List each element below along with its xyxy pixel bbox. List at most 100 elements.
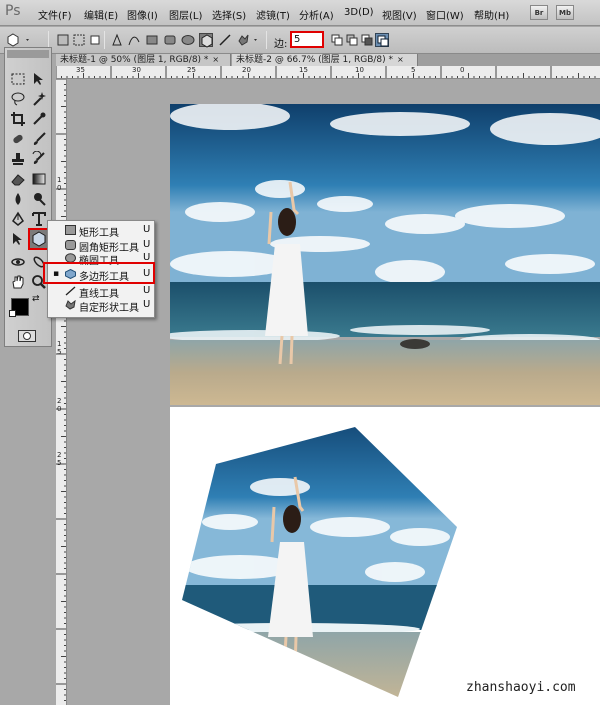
add-shape-icon[interactable] xyxy=(330,33,344,47)
paths-icon[interactable] xyxy=(72,33,86,47)
toolbox-grip[interactable] xyxy=(7,50,49,58)
custom-shape-picker[interactable] xyxy=(236,33,262,47)
rounded-rectangle-icon xyxy=(65,240,76,250)
polygon-tool-highlight xyxy=(43,262,155,284)
horizontal-ruler: 35 30 25 20 15 10 5 0 xyxy=(56,66,600,79)
ruler-label: 5 xyxy=(411,66,416,74)
pentagon-masked-photo xyxy=(182,427,457,697)
default-colors-icon[interactable] xyxy=(9,310,16,317)
swap-colors-icon[interactable]: ⇄ xyxy=(32,294,40,304)
ruler-label: 1 xyxy=(57,176,62,184)
flyout-item-rectangle[interactable]: 矩形工具 U xyxy=(48,223,154,239)
quick-mask-icon[interactable] xyxy=(18,330,36,342)
eyedropper-icon[interactable] xyxy=(29,110,49,128)
move-tool-icon[interactable] xyxy=(29,70,49,88)
vertical-ruler: 1 0 5 1 0 1 5 2 0 2 5 xyxy=(56,79,67,705)
ruler-label: 10 xyxy=(355,66,364,74)
tab-document-1[interactable]: 未标题-1 @ 50% (图层 1, RGB/8) * × xyxy=(56,54,231,66)
menu-analysis[interactable]: 分析(A) xyxy=(299,7,334,22)
sides-input[interactable]: 5 xyxy=(290,31,324,48)
menu-filter[interactable]: 滤镜(T) xyxy=(256,7,290,22)
brush-tool-icon[interactable] xyxy=(29,130,49,148)
subtract-shape-icon[interactable] xyxy=(345,33,359,47)
rectangle-icon xyxy=(65,225,76,235)
flyout-shortcut: U xyxy=(143,299,151,310)
ruler-label: 5 xyxy=(57,348,62,356)
menu-layer[interactable]: 图层(L) xyxy=(169,7,202,22)
flyout-label: 自定形状工具 xyxy=(79,303,139,314)
3d-rotate-icon[interactable] xyxy=(8,253,28,271)
ruler-label: 0 xyxy=(460,66,465,74)
exclude-shape-icon[interactable] xyxy=(375,33,389,47)
ruler-label: 5 xyxy=(57,459,62,467)
flyout-shortcut: U xyxy=(143,285,151,296)
document-tabs: 未标题-1 @ 50% (图层 1, RGB/8) * × 未标题-2 @ 66.… xyxy=(56,54,600,66)
menu-window[interactable]: 窗口(W) xyxy=(426,7,464,22)
flyout-item-custom-shape[interactable]: 自定形状工具 U xyxy=(48,298,154,314)
lasso-tool-icon[interactable] xyxy=(8,90,28,108)
document-canvas-1[interactable] xyxy=(170,104,600,405)
crop-tool-icon[interactable] xyxy=(8,110,28,128)
tab-document-2[interactable]: 未标题-2 @ 66.7% (图层 1, RGB/8) * × xyxy=(232,54,418,66)
photoshop-logo: Ps xyxy=(5,3,21,19)
magic-wand-icon[interactable] xyxy=(29,90,49,108)
gradient-tool-icon[interactable] xyxy=(29,170,49,188)
ellipse-shape-icon[interactable] xyxy=(181,33,195,47)
flyout-item-line[interactable]: 直线工具 U xyxy=(48,284,154,300)
menu-help[interactable]: 帮助(H) xyxy=(474,7,509,22)
options-bar: 边: 5 xyxy=(0,27,600,54)
bridge-button[interactable]: Br xyxy=(530,5,548,20)
ruler-label: 25 xyxy=(187,66,196,74)
tab-label: 未标题-1 @ 50% (图层 1, RGB/8) * xyxy=(60,55,209,65)
shape-layers-icon[interactable] xyxy=(56,33,70,47)
eraser-tool-icon[interactable] xyxy=(8,170,28,188)
ruler-label: 30 xyxy=(132,66,141,74)
ruler-label: 0 xyxy=(57,184,62,192)
clone-stamp-icon[interactable] xyxy=(8,150,28,168)
flyout-label: 矩形工具 xyxy=(79,228,119,239)
menu-select[interactable]: 选择(S) xyxy=(212,7,246,22)
menu-image[interactable]: 图像(I) xyxy=(127,7,158,22)
rounded-rectangle-shape-icon[interactable] xyxy=(163,33,177,47)
watermark: zhanshaoyi.com xyxy=(466,680,576,695)
polygon-shape-icon[interactable] xyxy=(199,33,213,48)
menu-edit[interactable]: 编辑(E) xyxy=(84,7,118,22)
toolbox: ⇄ xyxy=(4,47,52,347)
menu-bar: Ps 文件(F) 编辑(E) 图像(I) 图层(L) 选择(S) 滤镜(T) 分… xyxy=(0,0,600,26)
pen-tool-icon[interactable] xyxy=(8,210,28,228)
ruler-label: 0 xyxy=(57,405,62,413)
tab-label: 未标题-2 @ 66.7% (图层 1, RGB/8) * xyxy=(236,55,393,65)
pen-icon[interactable] xyxy=(110,33,124,47)
rectangle-shape-icon[interactable] xyxy=(145,33,159,47)
freeform-pen-icon[interactable] xyxy=(127,33,141,47)
menu-view[interactable]: 视图(V) xyxy=(382,7,417,22)
menu-file[interactable]: 文件(F) xyxy=(38,7,72,22)
close-icon[interactable]: × xyxy=(397,55,404,64)
dodge-tool-icon[interactable] xyxy=(29,190,49,208)
custom-shape-icon xyxy=(65,299,76,310)
hand-tool-icon[interactable] xyxy=(8,273,28,291)
menu-3d[interactable]: 3D(D) xyxy=(344,7,374,18)
polygon-shape-layer xyxy=(182,427,457,697)
line-icon xyxy=(65,286,76,296)
ruler-label: 35 xyxy=(76,66,85,74)
sides-label: 边: xyxy=(274,39,288,50)
path-selection-icon[interactable] xyxy=(8,230,28,248)
healing-brush-icon[interactable] xyxy=(8,130,28,148)
fill-pixels-icon[interactable] xyxy=(88,33,102,47)
history-brush-icon[interactable] xyxy=(29,150,49,168)
beach-photo xyxy=(170,104,600,405)
ruler-label: 15 xyxy=(299,66,308,74)
close-icon[interactable]: × xyxy=(212,55,219,64)
blur-tool-icon[interactable] xyxy=(8,190,28,208)
flyout-shortcut: U xyxy=(143,239,151,250)
tool-preset-picker[interactable] xyxy=(6,33,32,47)
ruler-label: 1 xyxy=(57,340,62,348)
flyout-shortcut: U xyxy=(143,224,151,235)
marquee-tool-icon[interactable] xyxy=(8,70,28,88)
intersect-shape-icon[interactable] xyxy=(360,33,374,47)
minibridge-button[interactable]: Mb xyxy=(556,5,574,20)
document-canvas-2[interactable] xyxy=(170,407,600,705)
type-tool-icon[interactable] xyxy=(29,210,49,228)
line-shape-icon[interactable] xyxy=(218,33,232,47)
